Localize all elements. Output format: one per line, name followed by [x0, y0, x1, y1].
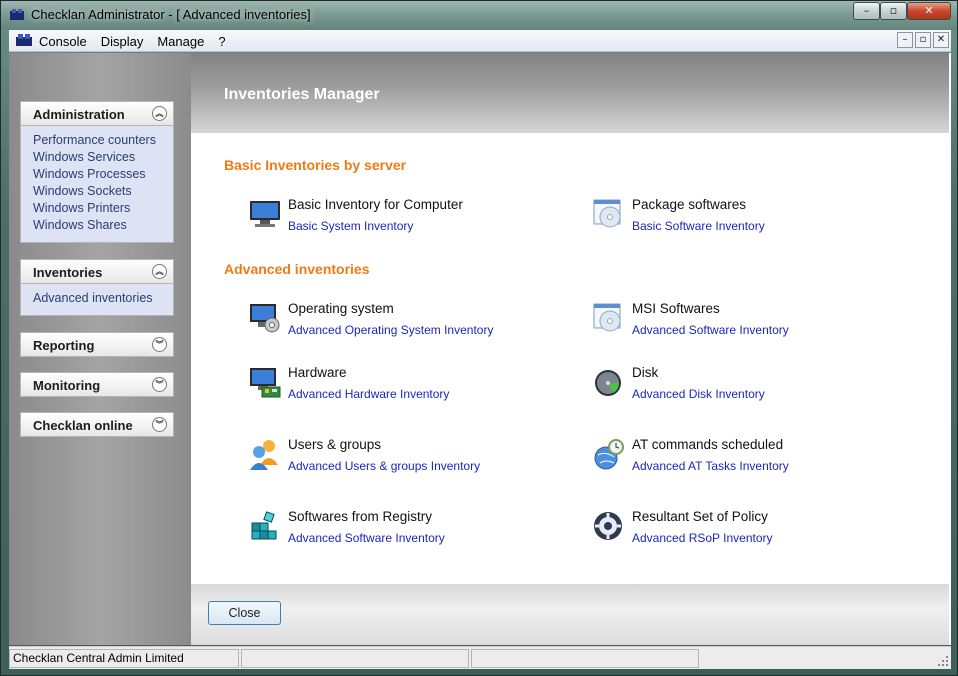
app-menu-icon[interactable]	[15, 33, 33, 48]
item-rsop: Resultant Set of Policy Advanced RSoP In…	[592, 509, 892, 553]
menu-console[interactable]: Console	[39, 34, 94, 49]
link-advanced-os-inventory[interactable]: Advanced Operating System Inventory	[288, 323, 493, 337]
item-name: Operating system	[288, 301, 394, 316]
panel-header-monitoring[interactable]: Monitoring ︾	[20, 372, 174, 397]
link-advanced-software-inventory[interactable]: Advanced Software Inventory	[632, 323, 789, 337]
sidebar-item-windows-services[interactable]: Windows Services	[21, 149, 173, 166]
item-at-commands: AT commands scheduled Advanced AT Tasks …	[592, 437, 892, 481]
item-basic-computer: Basic Inventory for Computer Basic Syste…	[248, 197, 548, 241]
clock-globe-icon	[594, 439, 624, 470]
section-title-basic: Basic Inventories by server	[224, 157, 407, 173]
item-name: MSI Softwares	[632, 301, 720, 316]
panel-body-administration: Performance counters Windows Services Wi…	[20, 126, 174, 243]
link-advanced-hardware-inventory[interactable]: Advanced Hardware Inventory	[288, 387, 449, 401]
sidebar-item-windows-processes[interactable]: Windows Processes	[21, 166, 173, 183]
panel-title: Administration	[33, 107, 125, 122]
menu-help[interactable]: ?	[218, 34, 232, 49]
sidebar-item-windows-printers[interactable]: Windows Printers	[21, 200, 173, 217]
panel-title: Reporting	[33, 338, 95, 353]
link-advanced-registry-software-inventory[interactable]: Advanced Software Inventory	[288, 531, 445, 545]
mdi-minimize-button[interactable]: –	[897, 32, 913, 48]
item-name: Users & groups	[288, 437, 382, 452]
mdi-close-button[interactable]: ✕	[933, 32, 949, 48]
footer-bar: Close	[191, 584, 949, 645]
item-name: Package softwares	[632, 197, 747, 212]
title-bar[interactable]: Checklan Administrator - [ Advanced inve…	[1, 1, 957, 30]
cd-window-icon	[593, 199, 621, 228]
chevron-up-icon[interactable]: ︽	[152, 264, 167, 279]
panel-title: Monitoring	[33, 378, 101, 393]
link-advanced-at-tasks-inventory[interactable]: Advanced AT Tasks Inventory	[632, 459, 789, 473]
item-msi-softwares: MSI Softwares Advanced Software Inventor…	[592, 301, 892, 345]
disk-icon	[595, 370, 621, 396]
link-advanced-rsop-inventory[interactable]: Advanced RSoP Inventory	[632, 531, 773, 545]
item-name: Softwares from Registry	[288, 509, 433, 524]
status-cell-3	[471, 649, 699, 668]
item-package-softwares: Package softwares Basic Software Invento…	[592, 197, 892, 241]
sidebar-item-windows-shares[interactable]: Windows Shares	[21, 217, 173, 234]
chevron-down-icon[interactable]: ︾	[152, 337, 167, 352]
panel-header-checklan-online[interactable]: Checklan online ︾	[20, 412, 174, 437]
chevron-up-icon[interactable]: ︽	[152, 106, 167, 121]
item-users-groups: Users & groups Advanced Users & groups I…	[248, 437, 548, 481]
client-area: Administration ︽ Performance counters Wi…	[9, 53, 951, 645]
item-softwares-registry: Softwares from Registry Advanced Softwar…	[248, 509, 548, 553]
panel-title: Inventories	[33, 265, 103, 280]
close-window-button[interactable]: ✕	[907, 2, 951, 20]
sidebar-item-performance-counters[interactable]: Performance counters	[21, 132, 173, 149]
app-window: Checklan Administrator - [ Advanced inve…	[0, 0, 958, 676]
panel-header-reporting[interactable]: Reporting ︾	[20, 332, 174, 357]
item-name: Resultant Set of Policy	[632, 509, 768, 524]
menu-display[interactable]: Display	[101, 34, 151, 49]
sidebar-item-windows-sockets[interactable]: Windows Sockets	[21, 183, 173, 200]
window-controls: – ▫ ✕	[853, 2, 951, 20]
chevron-down-icon[interactable]: ︾	[152, 377, 167, 392]
mdi-controls: – ▫ ✕	[897, 32, 949, 48]
status-cell-license: Checklan Central Admin Limited	[9, 649, 239, 668]
link-basic-software-inventory[interactable]: Basic Software Inventory	[632, 219, 765, 233]
resize-grip-icon[interactable]	[937, 655, 949, 667]
panel-header-inventories[interactable]: Inventories ︽	[20, 259, 174, 284]
link-advanced-disk-inventory[interactable]: Advanced Disk Inventory	[632, 387, 765, 401]
item-name: Basic Inventory for Computer	[288, 197, 463, 212]
panel-body-inventories: Advanced inventories	[20, 284, 174, 316]
item-hardware: Hardware Advanced Hardware Inventory	[248, 365, 548, 409]
registry-icon	[251, 511, 277, 540]
section-title-advanced: Advanced inventories	[224, 261, 370, 277]
link-basic-system-inventory[interactable]: Basic System Inventory	[288, 219, 413, 233]
status-bar: Checklan Central Admin Limited	[9, 646, 951, 669]
menu-items: Console Display Manage ?	[39, 34, 240, 49]
item-operating-system: Operating system Advanced Operating Syst…	[248, 301, 548, 345]
cd-window-icon	[593, 303, 621, 332]
minimize-button[interactable]: –	[853, 2, 880, 20]
panel-header-administration[interactable]: Administration ︽	[20, 101, 174, 126]
link-advanced-users-groups-inventory[interactable]: Advanced Users & groups Inventory	[288, 459, 480, 473]
menu-manage[interactable]: Manage	[157, 34, 211, 49]
status-cell-2	[241, 649, 469, 668]
chevron-down-icon[interactable]: ︾	[152, 417, 167, 432]
item-name: Hardware	[288, 365, 347, 380]
mdi-restore-button[interactable]: ▫	[915, 32, 931, 48]
item-disk: Disk Advanced Disk Inventory	[592, 365, 892, 409]
panel-title: Checklan online	[33, 418, 133, 433]
main-header: Inventories Manager	[191, 53, 949, 133]
users-icon	[250, 440, 278, 470]
policy-gear-icon	[594, 512, 622, 540]
item-name: Disk	[632, 365, 659, 380]
page-title: Inventories Manager	[224, 86, 380, 103]
computer-icon	[250, 201, 280, 227]
window-title: Checklan Administrator - [ Advanced inve…	[31, 7, 311, 22]
hardware-icon	[250, 368, 281, 398]
os-gear-icon	[250, 304, 280, 333]
app-icon	[10, 9, 24, 20]
sidebar: Administration ︽ Performance counters Wi…	[9, 53, 191, 645]
sidebar-item-advanced-inventories[interactable]: Advanced inventories	[21, 290, 173, 307]
maximize-button[interactable]: ▫	[880, 2, 907, 20]
menu-bar: Console Display Manage ? – ▫ ✕	[9, 30, 951, 52]
close-button[interactable]: Close	[208, 601, 281, 625]
main-content: Inventories Manager Basic Inventories by…	[191, 53, 951, 645]
item-name: AT commands scheduled	[632, 437, 784, 452]
